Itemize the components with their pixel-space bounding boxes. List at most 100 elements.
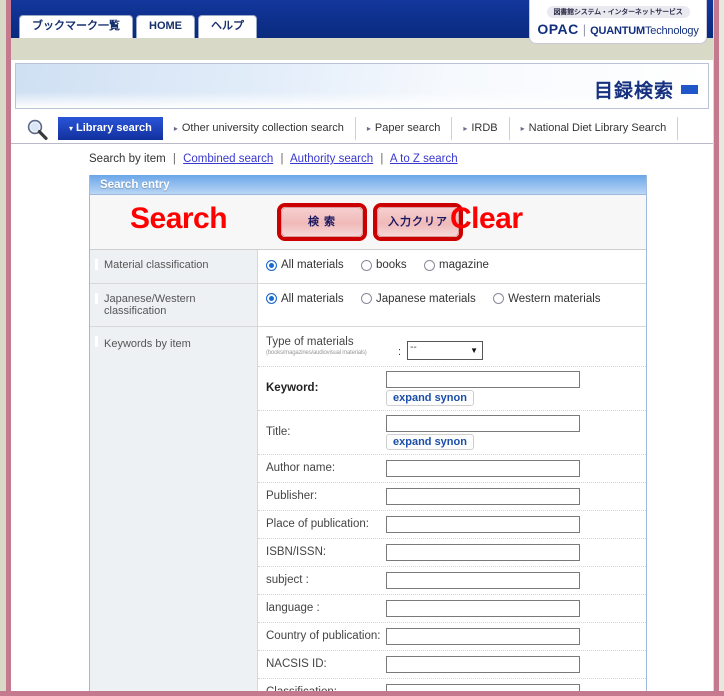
radio-material-magazine[interactable]: magazine (424, 259, 489, 271)
logo-quantum-text: QUANTUMTechnology (590, 25, 699, 37)
title-input[interactable] (386, 414, 580, 432)
browser-tab-strip: ブックマーク一覧 HOME ヘルプ (19, 15, 260, 38)
keyword-expand-synonym-button[interactable]: expand synon (386, 389, 474, 406)
type-of-materials-colon: : (398, 345, 402, 358)
radio-jpw-western-label: Western materials (508, 292, 601, 305)
label-nacsis-id: NACSIS ID: (266, 658, 327, 670)
chevron-right-icon: ▸ (520, 124, 525, 133)
search-entry-header: Search entry (90, 175, 646, 195)
nav-tab-library-search[interactable]: ▾ Library search (58, 117, 163, 140)
field-country-of-publication: Country of publication: (258, 623, 646, 651)
row-material-classification: Material classification All materials bo… (90, 250, 646, 284)
logo-separator: | (582, 22, 587, 37)
link-combined-search[interactable]: Combined search (183, 153, 273, 165)
chevron-right-icon: ▸ (173, 124, 178, 133)
chevron-right-icon: ▸ (366, 124, 371, 133)
label-subject: subject : (266, 574, 309, 586)
radio-jpw-all[interactable]: All materials (266, 293, 344, 305)
nav-tab-ndl-search-label: National Diet Library Search (528, 122, 667, 134)
label-keyword: Keyword: (266, 382, 319, 394)
link-separator: | (280, 153, 284, 165)
radio-dot-icon (266, 293, 277, 304)
label-country-of-publication: Country of publication: (266, 630, 381, 642)
logo-technology-text: Technology (644, 25, 699, 37)
type-of-materials-subnote: (books/magazines/audiovisual materials) (266, 350, 367, 356)
search-button-highlight: 検 索 (277, 203, 367, 241)
bottom-pink-border (0, 691, 724, 696)
page-title: 目録検索 (593, 81, 674, 102)
field-classification-text: Classification: (258, 679, 646, 691)
nav-tab-irdb[interactable]: ▸ IRDB (452, 117, 510, 140)
label-material-classification: Material classification (90, 250, 258, 283)
select-type-of-materials[interactable]: -- ▼ (407, 340, 484, 360)
field-publisher: Publisher: (258, 483, 646, 511)
nav-tab-paper-search-label: Paper search (374, 122, 441, 134)
link-a-to-z-search[interactable]: A to Z search (390, 153, 458, 165)
field-place-of-publication: Place of publication: (258, 511, 646, 539)
nav-tab-other-university[interactable]: ▸ Other university collection search (163, 117, 356, 140)
keywords-label-text: Keywords by item (104, 337, 191, 350)
link-separator: | (380, 153, 384, 165)
country-of-publication-input[interactable] (386, 627, 580, 645)
radio-jpw-japanese-label: Japanese materials (375, 292, 476, 305)
link-authority-search[interactable]: Authority search (290, 153, 373, 165)
annotation-clear-label: Clear (450, 202, 523, 235)
radio-material-all[interactable]: All materials (266, 259, 344, 271)
opac-logo[interactable]: 図書館システム・インターネットサービス OPAC | QUANTUMTechnolo… (529, 0, 707, 44)
search-icon (25, 118, 49, 142)
nav-tab-paper-search[interactable]: ▸ Paper search (356, 117, 453, 140)
radio-material-magazine-label: magazine (439, 259, 489, 271)
banner-square-marker (681, 85, 698, 94)
isbn-issn-input[interactable] (386, 543, 580, 561)
keyword-fields: Type of materials (books/magazines/audio… (258, 326, 646, 691)
label-place-of-publication: Place of publication: (266, 518, 369, 530)
field-nacsis-id: NACSIS ID: (258, 651, 646, 679)
logo-tagline: 図書館システム・インターネットサービス (546, 6, 690, 18)
subject-input[interactable] (386, 571, 580, 589)
field-author-name: Author name: (258, 455, 646, 483)
publisher-input[interactable] (386, 487, 580, 505)
select-type-of-materials-value: -- (410, 341, 417, 353)
radio-jpw-japanese[interactable]: Japanese materials (360, 292, 476, 305)
search-mode-nav: ▾ Library search ▸ Other university collec… (11, 116, 713, 144)
place-of-publication-input[interactable] (386, 515, 580, 533)
nav-tab-list: ▾ Library search ▸ Other university collec… (58, 117, 679, 140)
annotation-search-label: Search (130, 202, 228, 235)
keyword-input[interactable] (386, 370, 580, 388)
field-type-of-materials: Type of materials (books/magazines/audio… (258, 327, 646, 367)
label-title: Title: (266, 426, 291, 438)
clear-button[interactable]: 入力クリア (377, 207, 459, 237)
field-language: language : (258, 595, 646, 623)
logo-quantum-rest: ANTUM (606, 25, 645, 37)
search-entry-panel: Search entry Search 検 索 入力クリア Clear Mate… (89, 175, 647, 691)
field-title: Title: expand synon (258, 411, 646, 455)
tab-bookmark-list[interactable]: ブックマーク一覧 (19, 15, 133, 38)
tab-help[interactable]: ヘルプ (198, 15, 257, 38)
field-isbn-issn: ISBN/ISSN: (258, 539, 646, 567)
radio-material-books-label: books (375, 259, 407, 271)
field-subject: subject : (258, 567, 646, 595)
label-language: language : (266, 602, 320, 614)
nav-tab-ndl-search[interactable]: ▸ National Diet Library Search (510, 117, 679, 140)
radio-jpw-western[interactable]: Western materials (493, 292, 601, 305)
radio-jpw-all-label: All materials (281, 292, 344, 305)
classification-text-input[interactable] (386, 683, 580, 691)
radio-dot-icon (266, 259, 277, 271)
jp-western-options: All materials Japanese materials Western… (258, 283, 646, 326)
row-jp-western-classification: Japanese/Western classification All mate… (90, 283, 646, 327)
nav-tab-irdb-label: IRDB (471, 122, 498, 134)
radio-material-books[interactable]: books (360, 259, 407, 271)
radio-dot-icon (493, 293, 505, 304)
label-keywords-by-item: Keywords by item (90, 326, 258, 691)
language-input[interactable] (386, 599, 580, 617)
type-of-materials-label: Type of materials (266, 336, 354, 348)
label-isbn-issn: ISBN/ISSN: (266, 546, 327, 558)
nacsis-id-input[interactable] (386, 655, 580, 673)
logo-quantum-q: QU (590, 25, 607, 37)
author-name-input[interactable] (386, 459, 580, 477)
tab-home[interactable]: HOME (136, 15, 195, 38)
search-button[interactable]: 検 索 (281, 207, 363, 237)
chevron-right-icon: ▸ (463, 124, 468, 133)
title-expand-synonym-button[interactable]: expand synon (386, 433, 474, 450)
page-frame: ブックマーク一覧 HOME ヘルプ 図書館システム・インターネットサービス OP… (0, 0, 724, 696)
